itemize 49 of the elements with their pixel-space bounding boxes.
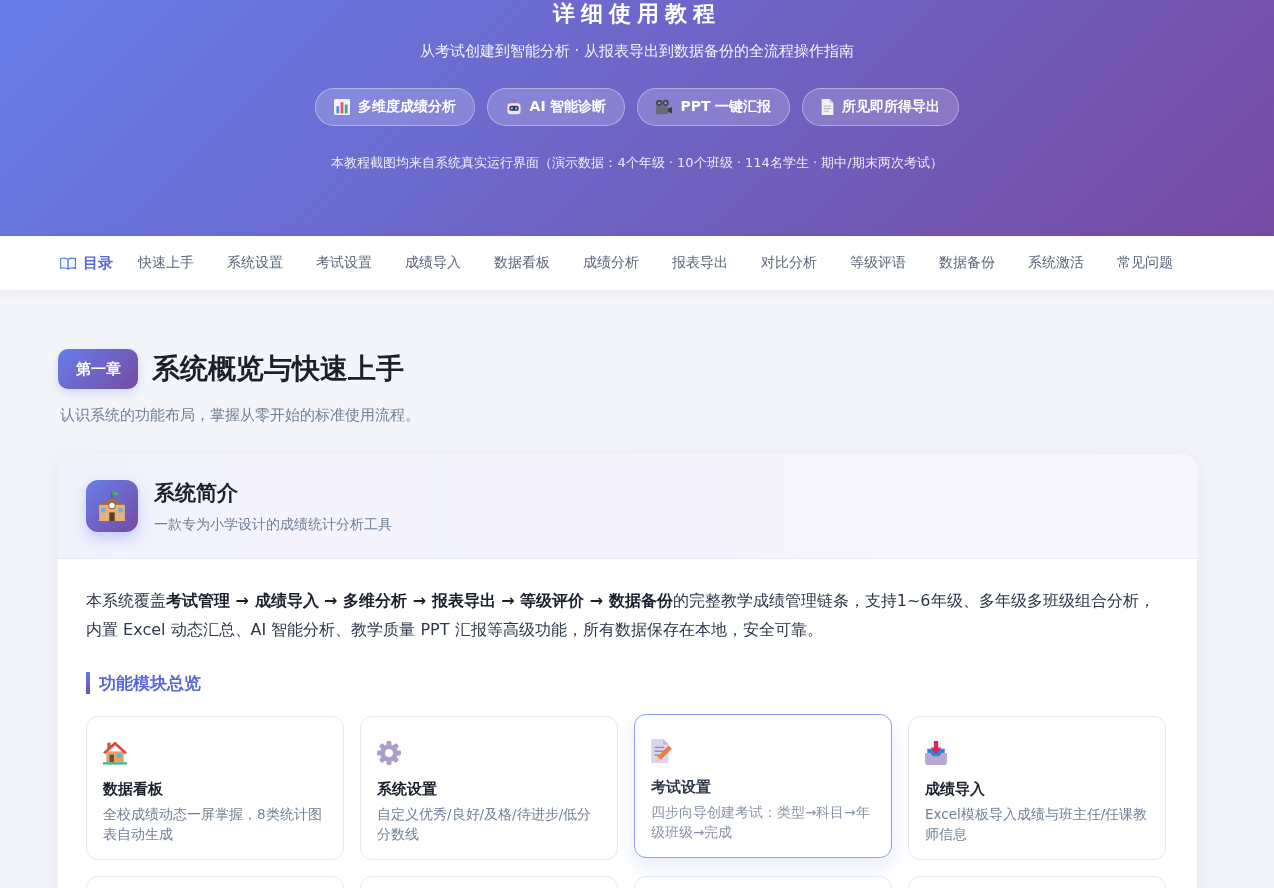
hero-title: 详细使用教程 [553, 0, 721, 28]
school-icon [86, 480, 138, 532]
document-icon [821, 99, 835, 115]
feature-label: PPT 一键汇报 [680, 98, 772, 116]
memo-icon [651, 739, 672, 763]
nav-link[interactable]: 数据看板 [486, 248, 558, 278]
book-icon [60, 256, 76, 270]
intro-paragraph: 本系统覆盖考试管理 → 成绩导入 → 多维分析 → 报表导出 → 等级评价 → 数据备份的完整教学成绩管理链条，支持1~6年级、多年级多班级组合分析，内置 Excel 动态汇总、AI 智能分析、教学质量 PPT 汇报等高级功能，所有数据保存在本地，安全可靠。 [86, 590, 1156, 641]
gear-icon [377, 741, 401, 765]
module-title: 系统设置 [377, 779, 438, 799]
module-description: 全校成绩动态一屏掌握，8类统计图表自动生成 [103, 805, 323, 844]
nav-link[interactable]: 成绩分析 [575, 248, 647, 278]
module-title: 数据看板 [103, 779, 164, 799]
nav-link[interactable]: 系统设置 [219, 248, 291, 278]
nav-link[interactable]: 成绩导入 [397, 248, 469, 278]
card-subtitle: 一款专为小学设计的成绩统计分析工具 [154, 515, 392, 533]
section-heading: 功能模块总览 [86, 672, 1169, 694]
robot-icon [505, 99, 522, 115]
chapter-title: 系统概览与快速上手 [152, 351, 404, 387]
nav-link[interactable]: 等级评语 [842, 248, 914, 278]
nav-link[interactable]: 快速上手 [130, 248, 202, 278]
nav-link[interactable]: 考试设置 [308, 248, 380, 278]
inbox-tray-icon [925, 741, 947, 765]
module-description: 四步向导创建考试：类型→科目→年级班级→完成 [651, 803, 871, 842]
toc-label: 目录 [83, 253, 113, 273]
module-card[interactable]: 系统设置 自定义优秀/良好/及格/待进步/低分分数线 [360, 716, 618, 860]
feature-label: 多维度成绩分析 [357, 98, 456, 116]
module-description: 自定义优秀/良好/及格/待进步/低分分数线 [377, 805, 593, 844]
module-title: 成绩导入 [925, 779, 986, 799]
house-icon [103, 741, 127, 765]
module-card[interactable]: 数据看板 全校成绩动态一屏掌握，8类统计图表自动生成 [86, 716, 344, 860]
feature-label: AI 智能诊断 [529, 98, 607, 116]
nav-link[interactable]: 系统激活 [1020, 248, 1092, 278]
card-title: 系统简介 [154, 480, 239, 506]
hero-subtitle: 从考试创建到智能分析 · 从报表导出到数据备份的全流程操作指南 [419, 41, 855, 61]
module-card[interactable]: 考试设置 四步向导创建考试：类型→科目→年级班级→完成 [634, 714, 892, 858]
feature-label: 所见即所得导出 [842, 98, 941, 116]
module-title: 考试设置 [651, 777, 712, 797]
chapter-badge: 第一章 [58, 349, 138, 389]
hero-note: 本教程截图均来自系统真实运行界面（演示数据：4个年级 · 10个班级 · 114名学生 · 期中/期末两次考试） [331, 154, 943, 172]
module-card[interactable]: 成绩导入 Excel模板导入成绩与班主任/任课教师信息 [908, 716, 1166, 860]
nav-link[interactable]: 数据备份 [931, 248, 1003, 278]
nav-link[interactable]: 报表导出 [664, 248, 736, 278]
film-projector-icon [656, 99, 673, 115]
nav-link[interactable]: 对比分析 [753, 248, 825, 278]
nav-link[interactable]: 常见问题 [1109, 248, 1181, 278]
bar-chart-icon [333, 99, 350, 115]
chapter-subtitle: 认识系统的功能布局，掌握从零开始的标准使用流程。 [60, 405, 421, 426]
module-description: Excel模板导入成绩与班主任/任课教师信息 [925, 805, 1149, 844]
